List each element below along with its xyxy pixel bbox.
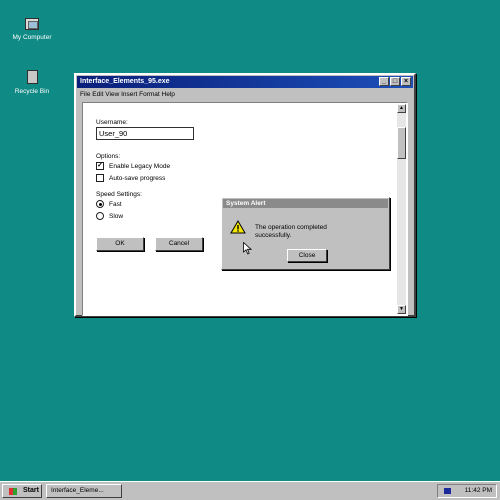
auto-save-label: Auto-save progress — [109, 175, 166, 182]
auto-save-checkbox[interactable] — [96, 174, 104, 182]
minimize-button[interactable]: _ — [379, 77, 389, 86]
speed-settings-label: Speed Settings: — [96, 191, 142, 198]
recycle-bin-icon — [26, 70, 38, 84]
legacy-mode-checkbox[interactable]: ✓ — [96, 162, 104, 170]
scroll-up-button[interactable]: ▲ — [397, 104, 406, 113]
window-title: Interface_Elements_95.exe — [80, 78, 170, 85]
alert-close-button[interactable]: Close — [287, 249, 327, 262]
main-window: Interface_Elements_95.exe _ □ × File Edi… — [74, 73, 416, 317]
cancel-button[interactable]: Cancel — [155, 237, 203, 251]
start-label: Start — [23, 487, 39, 494]
windows-logo-icon — [9, 488, 17, 495]
taskbar-window-button[interactable]: Interface_Eleme... — [46, 484, 122, 498]
taskbar: Start Interface_Eleme... 11:42 PM — [0, 481, 500, 500]
legacy-mode-label: Enable Legacy Mode — [109, 163, 171, 170]
username-input[interactable]: User_90 — [96, 127, 194, 140]
speed-fast-radio[interactable] — [96, 200, 104, 208]
system-alert-dialog: System Alert The operation completed suc… — [221, 197, 390, 270]
scroll-thumb[interactable] — [397, 127, 406, 159]
desktop-icon-recycle-bin[interactable]: Recycle Bin — [2, 70, 62, 95]
window-titlebar[interactable]: Interface_Elements_95.exe _ □ × — [77, 76, 413, 88]
system-tray: 11:42 PM — [437, 484, 497, 498]
speed-slow-radio[interactable] — [96, 212, 104, 220]
window-controls: _ □ × — [379, 77, 411, 86]
speed-fast-label: Fast — [109, 201, 122, 208]
options-label: Options: — [96, 153, 121, 160]
start-button[interactable]: Start — [2, 484, 42, 498]
maximize-button[interactable]: □ — [390, 77, 400, 86]
alert-message: The operation completed successfully. — [255, 224, 327, 239]
close-button[interactable]: × — [401, 77, 411, 86]
vertical-scrollbar[interactable]: ▲ ▼ — [397, 104, 406, 314]
menu-bar[interactable]: File Edit View Insert Format Help — [80, 90, 175, 100]
username-label: Username: — [96, 119, 128, 126]
alert-titlebar[interactable]: System Alert — [223, 199, 388, 208]
scroll-down-button[interactable]: ▼ — [397, 305, 406, 314]
mouse-cursor-icon — [243, 242, 252, 255]
clock: 11:42 PM — [464, 487, 492, 494]
desktop-icon-label: Recycle Bin — [14, 88, 50, 95]
desktop-icon-label: My Computer — [12, 34, 52, 41]
desktop-icon-my-computer[interactable]: My Computer — [2, 18, 62, 41]
speed-slow-label: Slow — [109, 213, 124, 220]
warning-icon — [230, 220, 246, 234]
computer-icon — [25, 18, 39, 30]
tray-monitor-icon[interactable] — [444, 488, 451, 494]
ok-button[interactable]: OK — [96, 237, 144, 251]
